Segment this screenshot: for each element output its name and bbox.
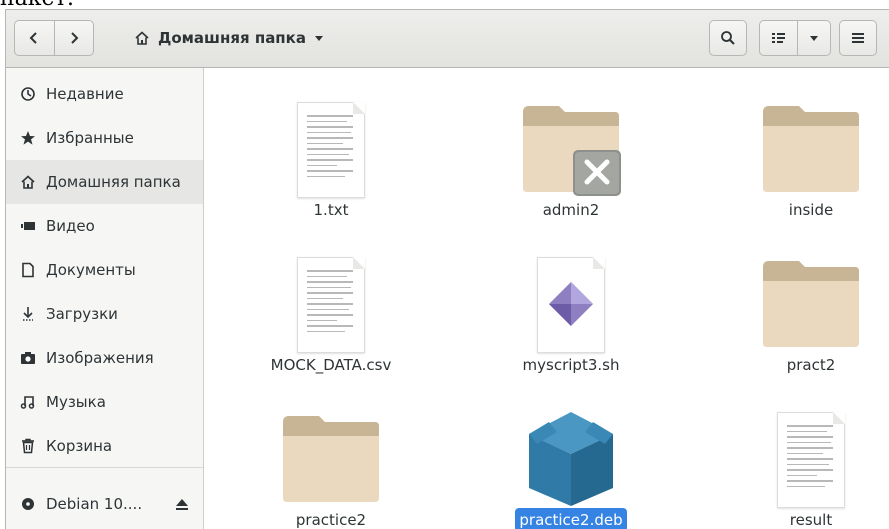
camera-icon [20,350,36,366]
sidebar-separator [6,467,203,468]
package-icon [461,398,681,508]
location-button[interactable]: Домашняя папка [134,20,324,56]
sidebar-item-label: Недавние [46,85,124,103]
file-name: result [789,511,833,529]
text-file-icon [221,88,441,198]
places-sidebar: Недавние Избранные Домашняя папка Видео … [6,68,204,529]
triangle-down-icon [810,36,819,41]
file-name: MOCK_DATA.csv [270,356,392,374]
sidebar-item-label: Debian 10.... [46,495,143,513]
folder-icon [221,398,441,508]
file-name: inside [788,201,834,219]
search-icon [721,31,735,45]
file-name: admin2 [542,201,600,219]
document-icon [20,262,36,278]
search-button[interactable] [709,20,747,56]
file-name: myscript3.sh [522,356,620,374]
sidebar-item-label: Загрузки [46,305,118,323]
sidebar-item-home[interactable]: Домашняя папка [6,160,203,204]
location-label: Домашняя папка [158,29,306,47]
eject-icon [176,499,188,510]
file-name: practice2.deb [515,508,627,529]
text-file-icon [701,398,889,508]
folder-icon [701,243,889,353]
file-name: 1.txt [313,201,349,219]
hamburger-menu-icon [852,33,864,43]
sidebar-item-recent[interactable]: Недавние [6,72,203,116]
chevron-right-icon [71,32,79,44]
sidebar-item-label: Избранные [46,129,134,147]
sidebar-item-label: Документы [46,261,136,279]
triangle-down-icon [314,36,323,41]
sidebar-item-label: Видео [46,217,95,235]
file-grid: 1.txt admin2 inside MOCK_DATA.csv myscri… [204,68,889,529]
video-icon [20,218,36,234]
back-button[interactable] [15,21,54,55]
clock-icon [20,86,36,102]
sidebar-item-pictures[interactable]: Изображения [6,336,203,380]
chevron-left-icon [29,32,37,44]
sidebar-item-documents[interactable]: Документы [6,248,203,292]
eject-button[interactable] [174,496,190,512]
sidebar-item-label: Домашняя папка [46,173,181,191]
sidebar-item-downloads[interactable]: Загрузки [6,292,203,336]
disc-icon [20,496,36,512]
star-icon [20,130,36,146]
sidebar-item-label: Музыка [46,393,106,411]
cut-off-caption: пакет: [0,0,889,9]
header-bar: Домашняя папка [6,10,889,68]
script-file-icon [461,243,681,353]
file-name: pract2 [786,356,836,374]
sidebar-item-label: Корзина [46,437,113,455]
sidebar-item-videos[interactable]: Видео [6,204,203,248]
file-manager-window: Домашняя папка Недавние Избранные Домашн… [5,9,889,529]
folder-icon [701,88,889,198]
sidebar-item-label: Изображения [46,349,154,367]
home-icon [135,31,149,45]
sidebar-item-trash[interactable]: Корзина [6,424,203,468]
sidebar-item-music[interactable]: Музыка [6,380,203,424]
forward-button[interactable] [53,21,94,55]
download-icon [20,306,36,322]
view-options-button[interactable] [797,21,830,55]
view-mode-button[interactable] [760,21,797,55]
view-toggle [759,20,831,56]
home-icon [20,174,36,190]
trash-icon [20,438,36,454]
list-view-icon [771,33,785,43]
text-file-icon [221,243,441,353]
music-icon [20,394,36,410]
folder-locked-icon [461,88,681,198]
navigation-buttons [14,20,94,56]
sidebar-item-starred[interactable]: Избранные [6,116,203,160]
menu-button[interactable] [839,20,877,56]
file-name: practice2 [295,511,367,529]
sidebar-item-device[interactable]: Debian 10.... [6,482,203,526]
